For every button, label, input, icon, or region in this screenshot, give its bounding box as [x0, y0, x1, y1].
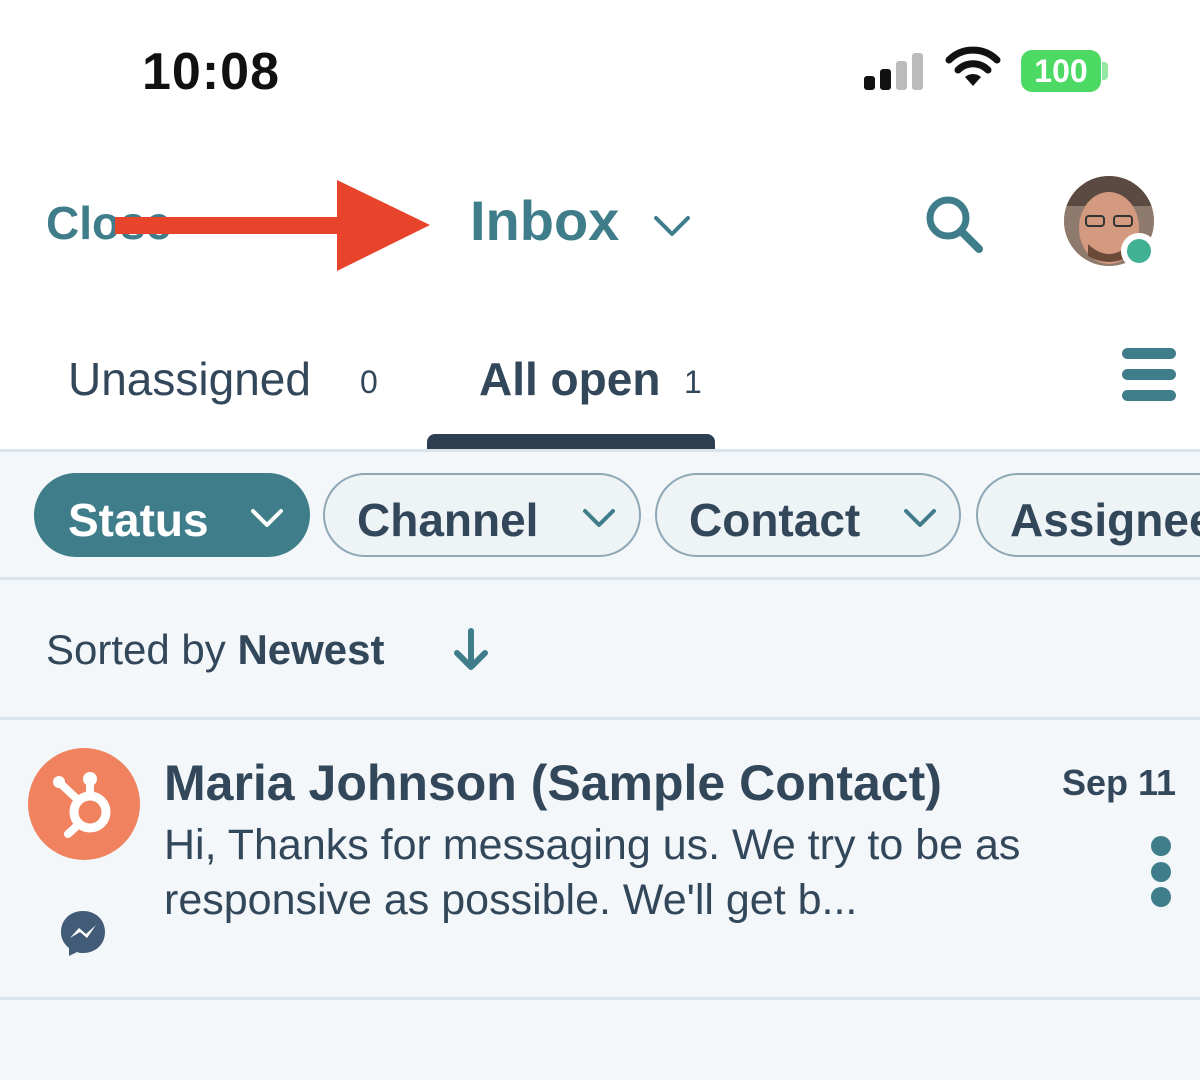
conversation-date: Sep 11: [1062, 762, 1177, 803]
chevron-down-icon: [904, 509, 936, 527]
annotation-arrow: [115, 180, 430, 271]
wifi-icon: [945, 46, 1001, 86]
tab-unassigned-count: 0: [360, 364, 378, 400]
menu-icon[interactable]: [1122, 348, 1178, 404]
tab-all-open[interactable]: All open: [479, 352, 660, 406]
chevron-down-icon: [583, 509, 615, 527]
divider: [0, 449, 1200, 452]
divider: [0, 577, 1200, 580]
search-icon[interactable]: [922, 192, 986, 256]
conversation-contact-name[interactable]: Maria Johnson (Sample Contact): [164, 754, 942, 812]
filter-contact[interactable]: Contact: [655, 473, 961, 557]
filter-channel[interactable]: Channel: [323, 473, 641, 557]
tab-unassigned[interactable]: Unassigned: [68, 352, 311, 406]
sort-label[interactable]: Sorted by Newest: [46, 626, 385, 674]
status-time: 10:08: [142, 43, 280, 101]
tab-all-open-count: 1: [684, 364, 702, 400]
battery-icon: 100: [1021, 50, 1101, 92]
active-tab-indicator: [427, 434, 715, 450]
chevron-down-icon: [251, 509, 283, 527]
contact-avatar[interactable]: [28, 748, 140, 860]
hubspot-sprocket-icon: [53, 772, 111, 838]
divider: [0, 997, 1200, 1000]
divider: [0, 717, 1200, 720]
more-options-icon[interactable]: [1148, 836, 1176, 908]
sort-value: Newest: [237, 626, 385, 673]
online-status-indicator: [1121, 233, 1157, 269]
chevron-down-icon[interactable]: [652, 210, 692, 240]
battery-level: 100: [1034, 53, 1088, 89]
messenger-icon: [61, 911, 105, 956]
filter-assignee[interactable]: Assignee: [976, 473, 1200, 557]
filter-contact-label: Contact: [689, 494, 861, 546]
battery-tip: [1102, 62, 1108, 80]
conversation-preview[interactable]: Hi, Thanks for messaging us. We try to b…: [164, 818, 1064, 928]
filter-channel-label: Channel: [357, 494, 539, 546]
status-bar: 10:08 100: [0, 0, 1200, 130]
filter-assignee-label: Assignee: [1010, 494, 1200, 546]
arrow-down-icon[interactable]: [452, 628, 490, 672]
filter-status[interactable]: Status: [34, 473, 310, 557]
sort-prefix: Sorted by: [46, 626, 226, 673]
cellular-signal-icon: [864, 52, 926, 90]
inbox-selector-title[interactable]: Inbox: [470, 188, 619, 253]
filter-status-label: Status: [68, 494, 209, 546]
